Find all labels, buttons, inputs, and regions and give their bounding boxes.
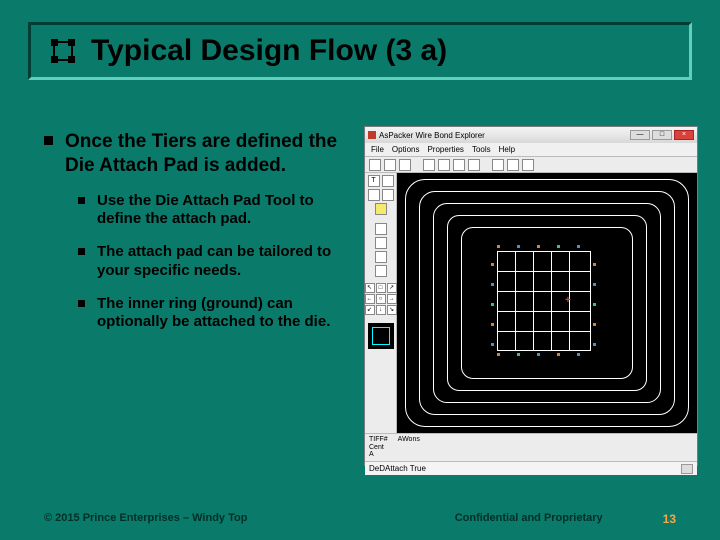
sub-bullet-text: The inner ring (ground) can optionally b… [97, 295, 354, 333]
title-frame: Typical Design Flow (3 a) [28, 22, 692, 80]
sub-bullet-text: The attach pad can be tailored to your s… [97, 243, 354, 281]
sub-bullet: Use the Die Attach Pad Tool to define th… [78, 192, 354, 230]
menu-properties[interactable]: Properties [427, 145, 463, 154]
toolbar-button[interactable] [423, 159, 435, 171]
toolbar-button[interactable] [384, 159, 396, 171]
menu-tools[interactable]: Tools [472, 145, 491, 154]
info-label: TIFF# [369, 436, 388, 444]
info-label: AWons [398, 436, 420, 444]
toolbar-button[interactable] [369, 159, 381, 171]
dir-button[interactable]: ↙ [365, 305, 375, 315]
dir-button[interactable]: ↓ [376, 305, 386, 315]
dir-button[interactable]: ↘ [387, 305, 397, 315]
footer: © 2015 Prince Enterprises – Windy Top Co… [0, 512, 720, 526]
palette-button[interactable] [368, 189, 380, 201]
dir-button[interactable]: □ [376, 283, 386, 293]
minimize-button[interactable]: — [630, 130, 650, 140]
palette-highlight-tool[interactable] [375, 203, 387, 215]
status-text: DeDAttach True [369, 464, 426, 473]
toolbar-button[interactable] [522, 159, 534, 171]
dir-button[interactable]: ↗ [387, 283, 397, 293]
sub-bullet-list: Use the Die Attach Pad Tool to define th… [78, 192, 354, 333]
bullet-icon [44, 136, 53, 145]
palette-button[interactable] [375, 223, 387, 235]
menu-options[interactable]: Options [392, 145, 420, 154]
toolbar-button[interactable] [438, 159, 450, 171]
toolbar-button[interactable] [492, 159, 504, 171]
app-icon [368, 131, 376, 139]
toolbar [365, 157, 697, 173]
dir-button[interactable]: ○ [376, 294, 386, 304]
content-area: Once the Tiers are defined the Die Attac… [44, 130, 354, 346]
maximize-button[interactable]: □ [652, 130, 672, 140]
info-bar: TIFF# Cent A AWons [365, 433, 697, 461]
slide-title: Typical Design Flow (3 a) [91, 34, 447, 68]
page-number: 13 [663, 512, 676, 526]
app-screenshot: AsPacker Wire Bond Explorer — □ × File O… [364, 126, 698, 466]
dir-button[interactable]: → [387, 294, 397, 304]
palette-text-tool[interactable]: T [368, 175, 380, 187]
dir-button[interactable]: ← [365, 294, 375, 304]
menu-bar: File Options Properties Tools Help [365, 143, 697, 157]
main-bullet-text: Once the Tiers are defined the Die Attac… [65, 130, 354, 178]
scroll-down-icon[interactable] [681, 464, 693, 474]
menu-help[interactable]: Help [499, 145, 515, 154]
toolbar-button[interactable] [507, 159, 519, 171]
sub-bullet: The inner ring (ground) can optionally b… [78, 295, 354, 333]
toolbar-button[interactable] [453, 159, 465, 171]
status-bar: DeDAttach True [365, 461, 697, 475]
bullet-icon [78, 300, 85, 307]
menu-file[interactable]: File [371, 145, 384, 154]
info-label: Cent [369, 444, 388, 452]
palette-button[interactable] [375, 251, 387, 263]
toolbar-button[interactable] [399, 159, 411, 171]
info-label: A [369, 451, 388, 459]
confidentiality: Confidential and Proprietary [455, 512, 603, 526]
cursor-cross-icon: + [565, 295, 571, 306]
main-bullet: Once the Tiers are defined the Die Attac… [44, 130, 354, 178]
design-canvas[interactable]: + [397, 173, 697, 433]
sub-bullet: The attach pad can be tailored to your s… [78, 243, 354, 281]
window-titlebar: AsPacker Wire Bond Explorer — □ × [365, 127, 697, 143]
bullet-icon [78, 248, 85, 255]
overview-thumbnail[interactable] [368, 323, 394, 349]
palette-button[interactable] [375, 237, 387, 249]
palette-button[interactable] [375, 265, 387, 277]
direction-pad: ↖ □ ↗ ← ○ → ↙ ↓ ↘ [365, 283, 397, 315]
copyright: © 2015 Prince Enterprises – Windy Top [44, 512, 247, 526]
bullet-icon [78, 197, 85, 204]
toolbar-button[interactable] [468, 159, 480, 171]
window-title: AsPacker Wire Bond Explorer [379, 131, 485, 140]
palette-button[interactable] [382, 175, 394, 187]
sub-bullet-text: Use the Die Attach Pad Tool to define th… [97, 192, 354, 230]
close-button[interactable]: × [674, 130, 694, 140]
tool-palette: T ↖ □ ↗ ← ○ → ↙ [365, 173, 397, 433]
dir-button[interactable]: ↖ [365, 283, 375, 293]
palette-button[interactable] [382, 189, 394, 201]
selection-handles-icon [51, 39, 75, 63]
